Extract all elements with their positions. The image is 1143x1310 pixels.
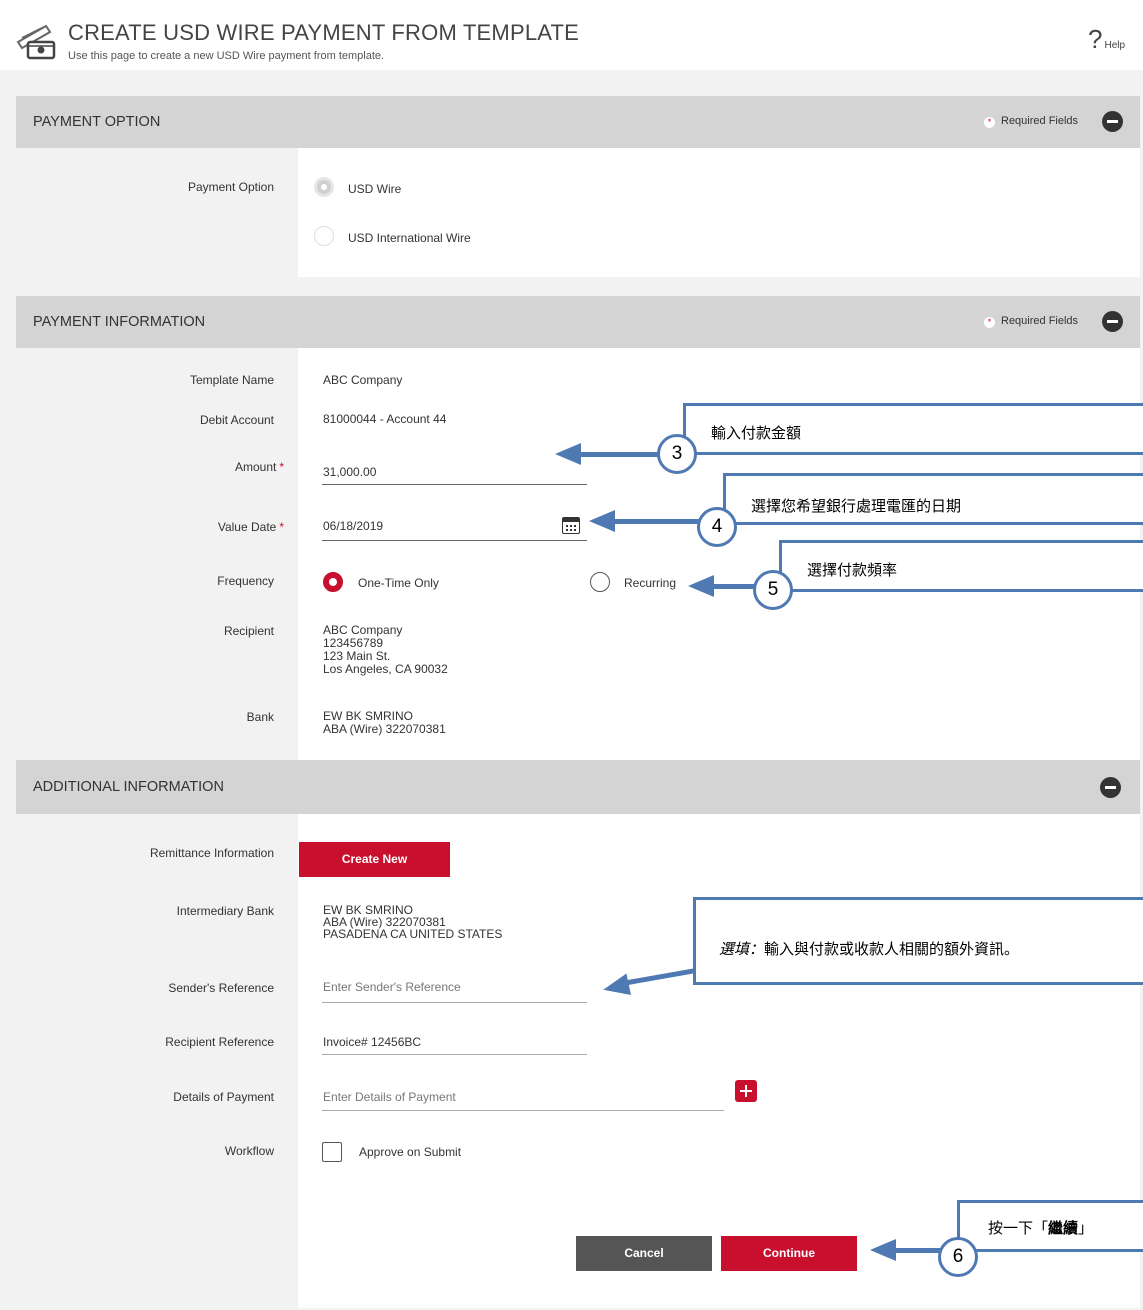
- callout-number-3: 3: [657, 434, 697, 474]
- value-date-label: Value Date *: [217, 520, 284, 534]
- callout-continue-arrow: [895, 1248, 941, 1253]
- recurring-radio[interactable]: [590, 572, 610, 592]
- add-details-icon[interactable]: [735, 1080, 757, 1102]
- arrow-left-icon: [688, 575, 714, 597]
- create-new-button[interactable]: Create New: [299, 842, 450, 877]
- details-of-payment-underline: [322, 1110, 724, 1111]
- intermediary-bank-line: PASADENA CA UNITED STATES: [323, 927, 503, 941]
- template-name-value: ABC Company: [323, 373, 403, 387]
- recipient-reference-underline: [322, 1054, 587, 1055]
- usd-wire-radio[interactable]: [314, 177, 334, 197]
- bank-label: Bank: [246, 710, 274, 724]
- bank-line: ABA (Wire) 322070381: [323, 722, 446, 736]
- usd-international-wire-radio[interactable]: [314, 226, 334, 246]
- usd-international-wire-label: USD International Wire: [348, 231, 471, 245]
- callout-continue-box: 按一下「繼續」: [957, 1200, 1143, 1252]
- frequency-label: Frequency: [217, 574, 274, 588]
- collapse-icon[interactable]: [1102, 111, 1123, 132]
- one-time-only-label: One-Time Only: [358, 576, 439, 590]
- approve-on-submit-checkbox[interactable]: [322, 1142, 342, 1162]
- intermediary-bank-label: Intermediary Bank: [176, 904, 274, 918]
- arrow-left-icon: [589, 510, 615, 532]
- recipient-reference-label: Recipient Reference: [165, 1035, 274, 1049]
- payment-option-header: PAYMENT OPTION * Required Fields: [16, 96, 1140, 148]
- callout-frequency-box: 選擇付款頻率: [779, 540, 1143, 592]
- label-column: [16, 348, 298, 760]
- debit-account-value: 81000044 - Account 44: [323, 412, 447, 426]
- payment-information-title: PAYMENT INFORMATION: [33, 314, 206, 330]
- page-title: CREATE USD WIRE PAYMENT FROM TEMPLATE: [68, 20, 580, 45]
- recipient-line: 123456789: [323, 636, 384, 650]
- callout-amount-arrow: [580, 452, 660, 457]
- additional-information-title: ADDITIONAL INFORMATION: [33, 779, 224, 795]
- recipient-reference-input[interactable]: Invoice# 12456BC: [323, 1036, 421, 1048]
- collapse-icon[interactable]: [1100, 777, 1121, 798]
- recurring-label: Recurring: [624, 576, 677, 590]
- amount-input[interactable]: 31,000.00: [323, 466, 376, 478]
- recipient-line: 123 Main St.: [323, 649, 391, 663]
- arrow-left-icon: [555, 443, 581, 465]
- additional-information-header: ADDITIONAL INFORMATION: [16, 760, 1140, 814]
- payment-option-title: PAYMENT OPTION: [33, 114, 161, 130]
- callout-value-date-arrow: [614, 519, 700, 524]
- bank-line: EW BK SMRINO: [323, 709, 414, 723]
- details-of-payment-input[interactable]: Enter Details of Payment: [323, 1091, 456, 1103]
- debit-account-label: Debit Account: [199, 413, 274, 427]
- callout-optional-text: 輸入與付款或收款人相關的額外資訊。: [764, 940, 1020, 958]
- payment-information-header: PAYMENT INFORMATION * Required Fields: [16, 296, 1140, 348]
- arrow-left-icon: [870, 1239, 896, 1261]
- required-star-icon: *: [984, 117, 995, 128]
- senders-reference-underline: [322, 1002, 587, 1003]
- calendar-icon[interactable]: [562, 517, 580, 534]
- remittance-information-label: Remittance Information: [149, 846, 274, 860]
- recipient-line: ABC Company: [323, 623, 403, 637]
- label-column: [16, 148, 298, 277]
- callout-frequency-arrow: [712, 584, 756, 589]
- required-fields-note: * Required Fields: [984, 115, 1078, 128]
- amount-underline: [322, 484, 587, 485]
- one-time-only-radio[interactable]: [323, 572, 343, 592]
- callout-value-date-box: 選擇您希望銀行處理電匯的日期: [723, 473, 1143, 525]
- help-link[interactable]: ? Help: [1088, 24, 1125, 55]
- collapse-icon[interactable]: [1102, 311, 1123, 332]
- required-star-icon: *: [984, 317, 995, 328]
- callout-optional-emphasis: 選填：: [719, 940, 765, 958]
- recipient-line: Los Angeles, CA 90032: [323, 662, 448, 676]
- label-column: [16, 814, 298, 1308]
- payment-information-section: PAYMENT INFORMATION * Required Fields Tem…: [16, 296, 1140, 760]
- value-date-input[interactable]: 06/18/2019: [323, 520, 383, 532]
- senders-reference-label: Sender's Reference: [168, 981, 274, 995]
- template-name-label: Template Name: [189, 373, 274, 387]
- cancel-button[interactable]: Cancel: [576, 1236, 712, 1271]
- continue-button[interactable]: Continue: [721, 1236, 857, 1271]
- help-label: Help: [1104, 40, 1126, 51]
- callout-optional-box: 選填：輸入與付款或收款人相關的額外資訊。: [693, 897, 1143, 985]
- required-fields-label: Required Fields: [1001, 315, 1079, 327]
- payment-option-section: PAYMENT OPTION * Required Fields Payment …: [16, 96, 1140, 277]
- callout-number-6: 6: [938, 1237, 978, 1277]
- amount-label: Amount *: [234, 460, 284, 474]
- details-of-payment-label: Details of Payment: [173, 1090, 274, 1104]
- senders-reference-input[interactable]: Enter Sender's Reference: [323, 981, 461, 993]
- payment-option-label: Payment Option: [187, 180, 274, 194]
- callout-number-5: 5: [753, 570, 793, 610]
- required-fields-label: Required Fields: [1001, 115, 1079, 127]
- recipient-label: Recipient: [223, 624, 274, 638]
- page-subtitle: Use this page to create a new USD Wire p…: [68, 50, 385, 62]
- required-fields-note: * Required Fields: [984, 315, 1078, 328]
- payment-icon: [16, 24, 56, 60]
- help-icon: ?: [1088, 24, 1103, 54]
- value-date-underline: [322, 540, 587, 541]
- approve-on-submit-label: Approve on Submit: [359, 1145, 462, 1159]
- callout-amount-box: 輸入付款金額: [683, 403, 1143, 455]
- workflow-label: Workflow: [224, 1144, 274, 1158]
- usd-wire-label: USD Wire: [348, 182, 402, 196]
- callout-number-4: 4: [697, 507, 737, 547]
